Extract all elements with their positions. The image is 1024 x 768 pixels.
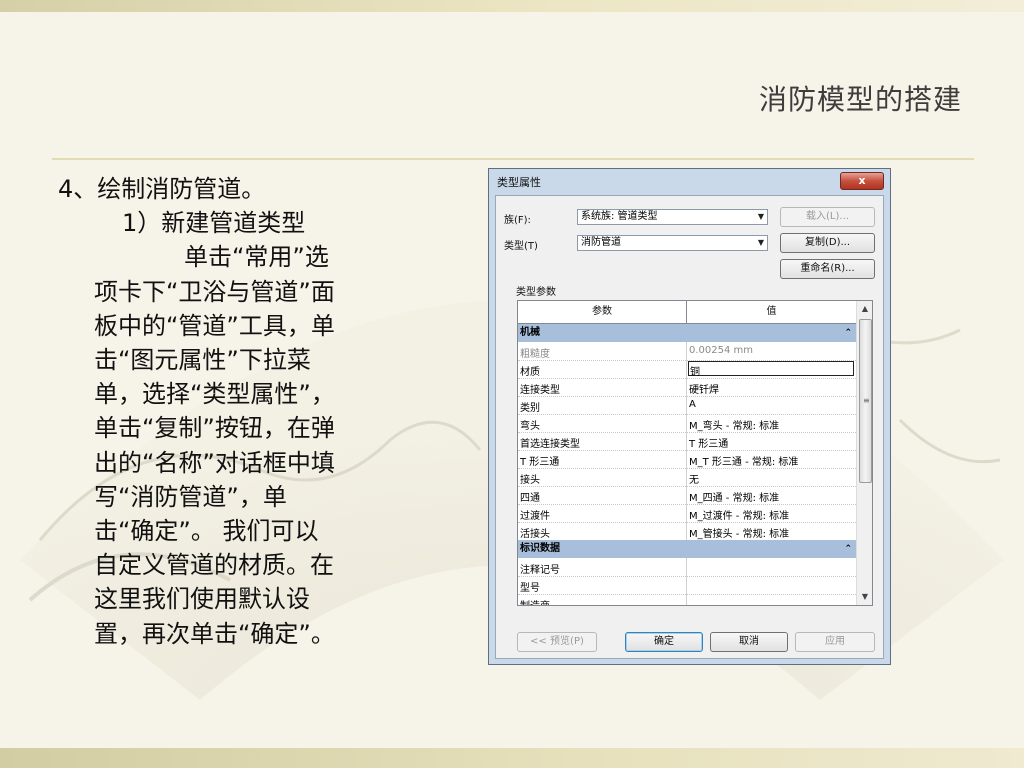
- paragraph-line: 自定义管道的材质。在: [94, 551, 334, 580]
- paragraph-line: 击“确定”。 我们可以: [94, 517, 319, 546]
- dialog-title: 类型属性: [497, 176, 541, 189]
- type-value: 消防管道: [581, 237, 621, 248]
- material-value-field[interactable]: 铜: [688, 361, 854, 378]
- group-header-identity-data[interactable]: 标识数据 ⌃: [518, 540, 856, 558]
- paragraph-line: 击“图元属性”下拉菜: [94, 346, 311, 375]
- paragraph-line: 项卡下“卫浴与管道”面: [94, 277, 335, 306]
- param-value: M_弯头 - 常规: 标准: [689, 421, 780, 432]
- dialog-titlebar[interactable]: 类型属性 x: [489, 169, 890, 193]
- apply-button[interactable]: 应用: [795, 632, 875, 652]
- param-name: 注释记号: [520, 565, 560, 576]
- table-row[interactable]: 制造商: [518, 594, 856, 605]
- param-name: 型号: [520, 583, 540, 594]
- param-name: 接头: [520, 475, 540, 486]
- param-name: 弯头: [520, 421, 540, 432]
- table-row[interactable]: 类别 A: [518, 396, 856, 415]
- paragraph-line: 单，选择“类型属性”，: [94, 380, 335, 409]
- group-name: 机械: [520, 327, 540, 338]
- table-row[interactable]: 弯头 M_弯头 - 常规: 标准: [518, 414, 856, 433]
- paragraph-line: 置，再次单击“确定”。: [94, 619, 335, 648]
- cancel-button[interactable]: 取消: [710, 632, 788, 652]
- table-row[interactable]: 粗糙度 0.00254 mm: [518, 342, 856, 361]
- param-value: M_T 形三通 - 常规: 标准: [689, 457, 799, 468]
- param-value: 0.00254 mm: [689, 345, 754, 356]
- family-dropdown[interactable]: 系统族: 管道类型 ▼: [577, 209, 768, 225]
- param-name: 首选连接类型: [520, 439, 580, 450]
- column-header-param[interactable]: 参数: [518, 301, 687, 323]
- slide-title: 消防模型的搭建: [758, 83, 962, 116]
- grip-icon: ≡: [863, 396, 870, 405]
- close-icon: x: [858, 174, 866, 187]
- slide-bottom-band: [0, 748, 1024, 768]
- param-value: M_四通 - 常规: 标准: [689, 493, 780, 504]
- table-row[interactable]: 连接类型 硬钎焊: [518, 378, 856, 397]
- table-row[interactable]: T 形三通 M_T 形三通 - 常规: 标准: [518, 450, 856, 469]
- table-row[interactable]: 材质 铜: [518, 360, 856, 379]
- paragraph-line: 这里我们使用默认设: [94, 585, 310, 614]
- type-properties-dialog: 类型属性 x 族(F): 系统族: 管道类型 ▼ 载入(L)... 类型(T) …: [488, 168, 891, 665]
- collapse-icon[interactable]: ⌃: [844, 540, 852, 558]
- paragraph-line: 单击“常用”选: [184, 243, 329, 272]
- table-row[interactable]: 接头 无: [518, 468, 856, 487]
- preview-button[interactable]: << 预览(P): [517, 632, 597, 652]
- param-value: M_管接头 - 常规: 标准: [689, 529, 790, 540]
- step-subheading: 1）新建管道类型: [122, 209, 306, 238]
- table-row[interactable]: 四通 M_四通 - 常规: 标准: [518, 486, 856, 505]
- paragraph-line: 板中的“管道”工具，单: [94, 311, 335, 340]
- table-row[interactable]: 首选连接类型 T 形三通: [518, 432, 856, 451]
- table-row[interactable]: 活接头 M_管接头 - 常规: 标准: [518, 522, 856, 541]
- step-heading: 4、绘制消防管道。: [58, 175, 266, 203]
- column-header-value[interactable]: 值: [687, 301, 856, 323]
- rename-button[interactable]: 重命名(R)...: [780, 259, 875, 279]
- scroll-up-icon[interactable]: ▲: [857, 301, 872, 317]
- param-name: 活接头: [520, 529, 550, 540]
- close-button[interactable]: x: [840, 172, 884, 190]
- grid-scrollbar[interactable]: ▲ ≡ ▼: [856, 301, 872, 605]
- paragraph-line: 写“消防管道”，单: [94, 482, 287, 511]
- param-name: 材质: [520, 367, 540, 378]
- type-dropdown[interactable]: 消防管道 ▼: [577, 235, 768, 251]
- table-row[interactable]: 过渡件 M_过渡件 - 常规: 标准: [518, 504, 856, 523]
- type-params-grid: 参数 值 机械 ⌃ 粗糙度 0.00254 mm 材质 铜 连接类型 硬钎焊 类…: [517, 300, 873, 606]
- group-header-mechanical[interactable]: 机械 ⌃: [518, 324, 856, 342]
- title-divider: [52, 158, 974, 160]
- param-value: M_过渡件 - 常规: 标准: [689, 511, 790, 522]
- type-params-label: 类型参数: [516, 287, 556, 298]
- instructions: 4、绘制消防管道。 1）新建管道类型 单击“常用”选 项卡下“卫浴与管道”面 板…: [58, 172, 378, 651]
- param-value: 铜: [690, 367, 700, 378]
- family-value: 系统族: 管道类型: [581, 211, 658, 222]
- dialog-body: 族(F): 系统族: 管道类型 ▼ 载入(L)... 类型(T) 消防管道 ▼ …: [495, 195, 884, 659]
- load-button[interactable]: 载入(L)...: [780, 207, 875, 227]
- param-name: 过渡件: [520, 511, 550, 522]
- chevron-down-icon: ▼: [757, 238, 764, 247]
- param-name: 类别: [520, 403, 540, 414]
- type-label: 类型(T): [504, 241, 538, 252]
- param-name: 四通: [520, 493, 540, 504]
- param-name: 连接类型: [520, 385, 560, 396]
- paragraph-line: 出的“名称”对话框中填: [94, 448, 335, 477]
- group-name: 标识数据: [520, 543, 560, 554]
- scroll-down-icon[interactable]: ▼: [857, 589, 872, 605]
- param-name: 制造商: [520, 597, 550, 605]
- step-paragraph: 单击“常用”选 项卡下“卫浴与管道”面 板中的“管道”工具，单 击“图元属性”下…: [94, 240, 378, 650]
- paragraph-line: 单击“复制”按钮，在弹: [94, 414, 335, 443]
- param-value: T 形三通: [689, 439, 729, 450]
- param-value: 无: [689, 475, 699, 486]
- duplicate-button[interactable]: 复制(D)...: [780, 233, 875, 253]
- scrollbar-thumb[interactable]: ≡: [859, 319, 872, 483]
- table-row[interactable]: 注释记号: [518, 558, 856, 577]
- collapse-icon[interactable]: ⌃: [844, 324, 852, 342]
- param-value: A: [689, 399, 696, 410]
- param-name: 粗糙度: [520, 349, 550, 360]
- table-row[interactable]: 型号: [518, 576, 856, 595]
- grid-header: 参数 值: [518, 301, 856, 324]
- param-name: T 形三通: [520, 457, 560, 468]
- chevron-down-icon: ▼: [757, 212, 764, 221]
- family-label: 族(F):: [504, 215, 531, 226]
- ok-button[interactable]: 确定: [625, 632, 703, 652]
- param-value: 硬钎焊: [689, 385, 719, 396]
